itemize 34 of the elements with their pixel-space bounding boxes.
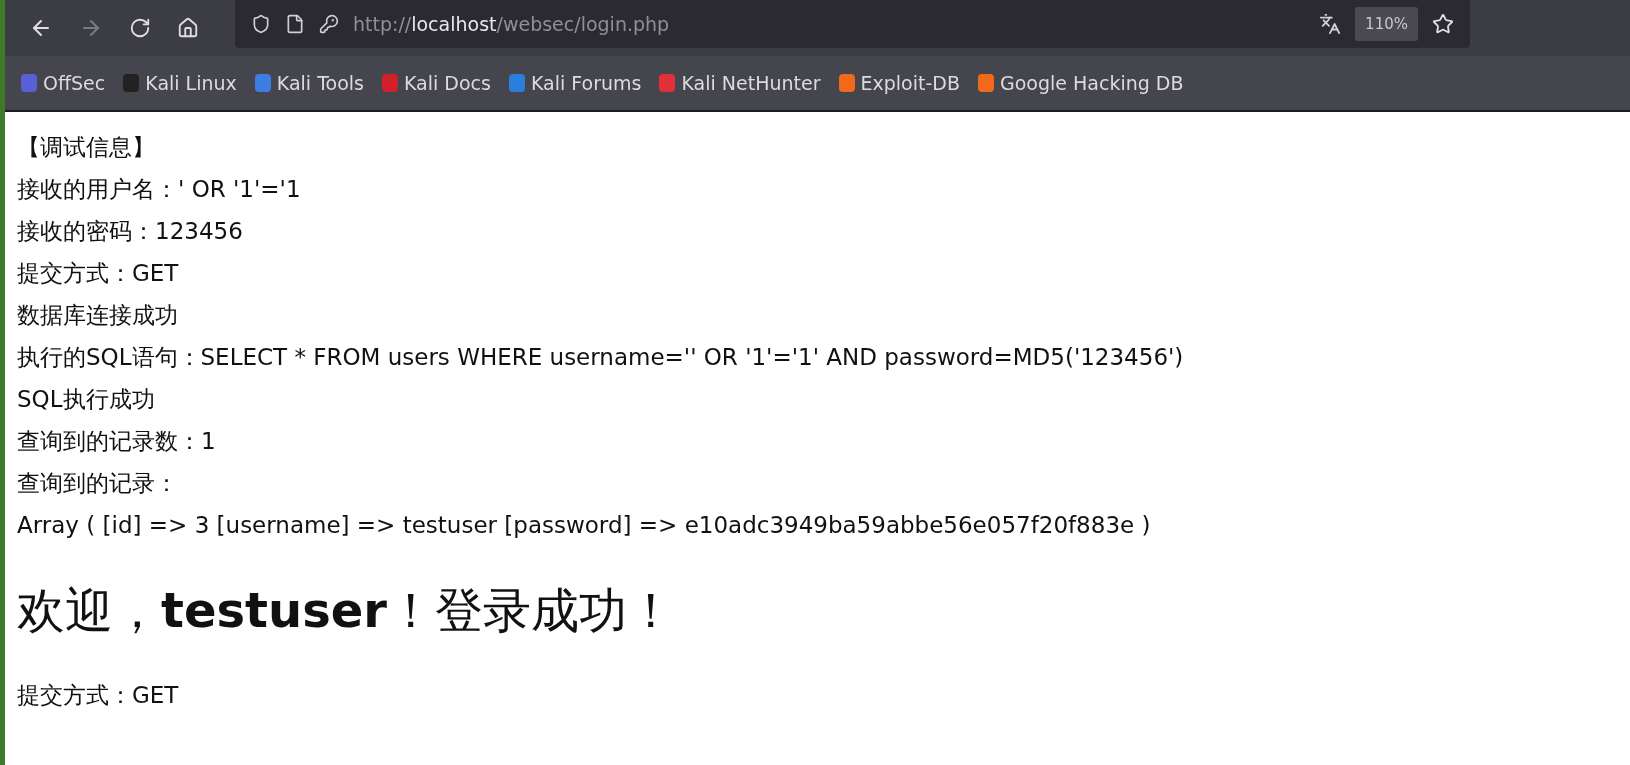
debug-line: 提交方式：GET [17, 259, 180, 288]
debug-line: 查询到的记录： [17, 469, 179, 498]
address-bar[interactable]: http://localhost/websec/login.php 110% [235, 0, 1470, 48]
home-icon[interactable] [177, 17, 199, 39]
debug-line: 查询到的记录数：1 [17, 427, 217, 456]
bookmark[interactable]: Kali Tools [254, 68, 364, 98]
debug-line: 数据库连接成功 [17, 301, 179, 330]
bookmark-label[interactable]: Kali Forums [530, 68, 642, 98]
zoom-level[interactable]: 110% [1355, 6, 1418, 42]
debug-line: 执行的SQL语句：SELECT * FROM users WHERE username='' OR '1'='1' AND password=MD5('123456') [17, 343, 1185, 372]
welcome-heading: 欢迎，testuser！登录成功！ [17, 581, 676, 640]
submit-method-line: 提交方式：GET [17, 681, 180, 710]
bookmark-label[interactable]: Kali Docs [404, 68, 491, 98]
debug-line: SQL执行成功 [17, 385, 156, 414]
bookmark[interactable]: Kali Docs [382, 68, 491, 98]
shield-icon[interactable] [251, 14, 271, 34]
debug-line: 【调试信息】 [17, 133, 156, 162]
bookmark-label[interactable]: OffSec [43, 68, 106, 98]
bookmark[interactable]: OffSec [21, 68, 106, 98]
translate-icon[interactable] [1319, 13, 1342, 35]
debug-line: Array ( [id] => 3 [username] => testuser [password] => e10adc3949ba59abbe56e057f20f883e ) [17, 511, 1152, 540]
bookmark[interactable]: Kali Forums [508, 68, 642, 98]
bookmark-label[interactable]: Exploit-DB [860, 68, 960, 98]
key-icon[interactable] [319, 14, 339, 34]
bookmark-label[interactable]: Kali Tools [276, 68, 364, 98]
bookmark-label[interactable]: Kali Linux [145, 68, 237, 98]
bookmark-star-icon[interactable] [1432, 13, 1454, 35]
bookmark[interactable]: Exploit-DB [838, 68, 960, 98]
bookmark[interactable]: Kali Linux [123, 68, 237, 98]
url-text[interactable]: http://localhost/websec/login.php [353, 9, 1306, 39]
reload-icon[interactable] [129, 17, 151, 39]
debug-line: 接收的用户名：' OR '1'='1 [17, 175, 302, 204]
page-icon[interactable] [285, 14, 305, 34]
debug-line: 接收的密码：123456 [17, 217, 244, 246]
